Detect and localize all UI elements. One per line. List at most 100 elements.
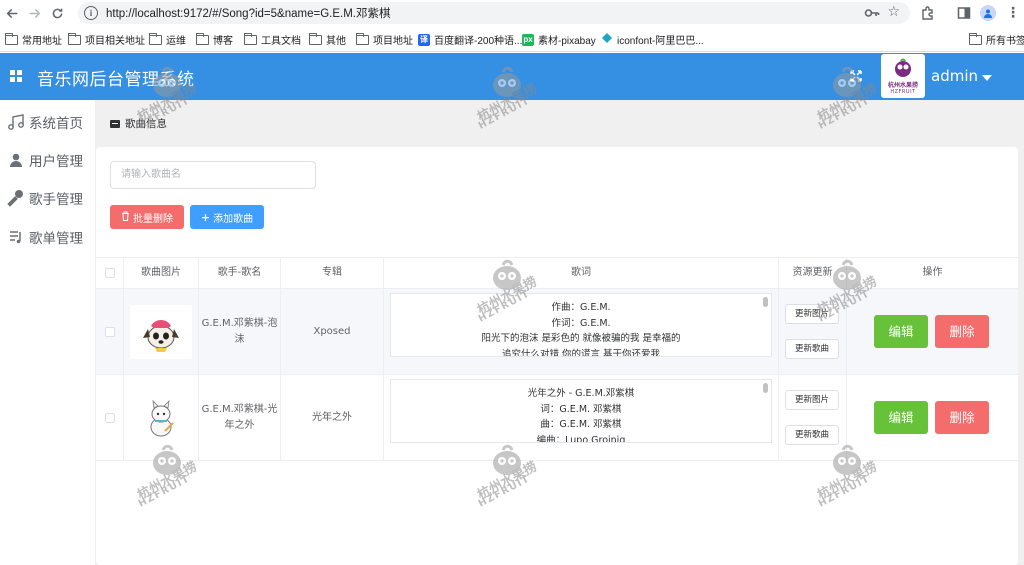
folder-icon: [355, 32, 369, 45]
lyric-line: 编曲：Lupo Groinig: [536, 434, 626, 443]
iconfont-icon: [601, 32, 613, 47]
column-header: 操作: [922, 267, 943, 278]
delete-button[interactable]: 删除: [935, 315, 989, 348]
sidebar-item-playlists[interactable]: 歌单管理: [7, 226, 83, 248]
bookmark-link[interactable]: iconfont-阿里巴巴...: [601, 32, 704, 47]
lyric-line: 阳光下的泡沫 是彩色的 就像被骗的我 是幸福的: [481, 333, 681, 344]
song-image: [130, 390, 192, 445]
lyrics-box[interactable]: 光年之外 - G.E.M.邓紫棋 词：G.E.M. 邓紫棋 曲：G.E.M. 邓…: [390, 379, 772, 443]
table-row: G.E.M.邓紫棋-光年之外 光年之外 光年之外 - G.E.M.邓紫棋 词：G…: [96, 375, 1018, 461]
sidebar-item-label: 用户管理: [29, 154, 83, 170]
bookmark-folder[interactable]: 工具文档: [243, 32, 301, 47]
bookmark-folder[interactable]: 项目相关地址: [67, 32, 145, 47]
song-image-cell: [124, 289, 199, 374]
lyrics-cell: 光年之外 - G.E.M.邓紫棋 词：G.E.M. 邓紫棋 曲：G.E.M. 邓…: [384, 375, 779, 460]
select-all-checkbox[interactable]: [104, 268, 115, 278]
bookmark-folder[interactable]: 其他: [308, 32, 346, 47]
add-song-button[interactable]: + 添加歌曲: [190, 205, 264, 229]
bookmark-label: 工具文档: [261, 36, 301, 47]
lyric-line: 词：G.E.M. 邓紫棋: [540, 403, 622, 415]
singer-song-cell: G.E.M.邓紫棋-光年之外: [199, 375, 281, 460]
playlist-icon: [7, 228, 25, 246]
sidebar-item-home[interactable]: 系统首页: [7, 111, 83, 133]
table-row: G.E.M.邓紫棋-泡沫 Xposed 作曲：G.E.M. 作词：G.E.M. …: [96, 289, 1018, 375]
fruit-logo-icon: [895, 58, 911, 77]
avatar[interactable]: 杭州水果捞 HZFRUIT: [881, 54, 925, 98]
back-icon[interactable]: [1, 2, 23, 24]
url-text: http://localhost:9172/#/Song?id=5&name=G…: [106, 8, 391, 20]
song-image: [130, 304, 192, 359]
browser-toolbar: i http://localhost:9172/#/Song?id=5&name…: [0, 0, 1024, 26]
plus-icon: +: [200, 210, 211, 224]
side-panel-icon[interactable]: [955, 4, 973, 22]
column-header: 资源更新: [779, 258, 847, 288]
lyrics-scrollbar[interactable]: [763, 297, 768, 307]
bookmark-folder[interactable]: 所有书签: [968, 32, 1024, 47]
grid-menu-icon[interactable]: [10, 70, 22, 82]
lyrics-scrollbar[interactable]: [763, 383, 768, 393]
bookmark-label: iconfont-阿里巴巴...: [617, 36, 704, 47]
address-bar[interactable]: i http://localhost:9172/#/Song?id=5&name…: [78, 2, 910, 24]
pixabay-icon: px: [522, 33, 534, 46]
update-image-button[interactable]: 更新图片: [785, 304, 839, 324]
sidebar-item-label: 歌单管理: [29, 231, 83, 247]
profile-avatar[interactable]: [979, 4, 997, 22]
column-header: 歌曲图片: [124, 258, 199, 288]
lyric-line: 曲：G.E.M. 邓紫棋: [540, 419, 622, 430]
bookmark-label: 项目相关地址: [85, 36, 145, 47]
user-name[interactable]: admin: [931, 67, 978, 85]
update-song-button[interactable]: 更新歌曲: [785, 339, 839, 359]
lyric-line: 光年之外 - G.E.M.邓紫棋: [527, 388, 635, 399]
sidebar-item-users[interactable]: 用户管理: [7, 149, 83, 171]
site-info-icon[interactable]: i: [84, 6, 98, 20]
column-header: 歌词: [384, 258, 779, 288]
extensions-icon[interactable]: [919, 4, 937, 22]
sidebar-item-label: 歌手管理: [29, 192, 83, 208]
batch-delete-button[interactable]: 批量删除: [110, 205, 184, 229]
column-header: 歌手-歌名: [199, 258, 281, 288]
bookmark-star-icon[interactable]: ☆: [887, 4, 900, 20]
batch-delete-label: 批量删除: [133, 213, 173, 225]
bookmark-link[interactable]: px 素材-pixabay: [522, 32, 596, 47]
bookmark-link[interactable]: 译百度翻译-200种语...: [418, 32, 522, 47]
bookmark-label: 其他: [326, 36, 346, 47]
forward-icon[interactable]: [23, 2, 45, 24]
bookmark-folder[interactable]: 常用地址: [4, 32, 62, 47]
edit-button[interactable]: 编辑: [874, 401, 928, 434]
bookmark-folder[interactable]: 运维: [148, 32, 186, 47]
add-song-label: 添加歌曲: [213, 213, 254, 225]
key-icon[interactable]: [864, 6, 880, 23]
reload-icon[interactable]: [46, 2, 68, 24]
main-content: 歌曲信息 请输入歌曲名 批量删除 + 添加歌曲 歌曲图片 歌手-歌名 专辑 歌词…: [96, 100, 1024, 565]
sidebar-item-singers[interactable]: 歌手管理: [7, 187, 83, 209]
bookmark-folder[interactable]: 项目地址: [355, 32, 413, 47]
chevron-down-icon[interactable]: [982, 75, 992, 81]
fullscreen-icon[interactable]: [848, 68, 864, 84]
message-icon: [110, 119, 120, 128]
search-input[interactable]: 请输入歌曲名: [110, 161, 316, 189]
bookmark-folder[interactable]: 博客: [195, 32, 233, 47]
music-note-icon: [7, 113, 25, 131]
row-checkbox[interactable]: [104, 326, 115, 337]
app-header: 音乐网后台管理系统 admin: [0, 53, 1024, 100]
user-icon: [7, 151, 25, 169]
bookmark-label: 百度翻译-200种语...: [434, 36, 523, 47]
update-song-button[interactable]: 更新歌曲: [785, 425, 839, 445]
dog-cartoon-icon: [143, 319, 179, 352]
baidu-translate-icon: 译: [418, 33, 430, 46]
bookmark-label: 项目地址: [373, 36, 413, 47]
row-checkbox[interactable]: [104, 412, 115, 423]
folder-icon: [195, 32, 209, 45]
bookmarks-bar: 常用地址 项目相关地址 运维 博客 工具文档 其他 项目地址 译百度翻译-200…: [0, 26, 1024, 52]
more-menu-icon[interactable]: ⋮: [1004, 4, 1022, 22]
actions-cell: 编辑 删除: [847, 289, 1018, 374]
bookmark-label: 运维: [166, 36, 186, 47]
delete-button[interactable]: 删除: [935, 401, 989, 434]
bookmark-label: 常用地址: [22, 36, 62, 47]
row-select-cell: [96, 375, 124, 460]
edit-button[interactable]: 编辑: [874, 315, 928, 348]
bookmark-label: 素材-pixabay: [538, 36, 596, 47]
song-image-cell: [124, 375, 199, 460]
update-image-button[interactable]: 更新图片: [785, 390, 839, 410]
lyrics-box[interactable]: 作曲：G.E.M. 作词：G.E.M. 阳光下的泡沫 是彩色的 就像被骗的我 是…: [390, 293, 772, 357]
